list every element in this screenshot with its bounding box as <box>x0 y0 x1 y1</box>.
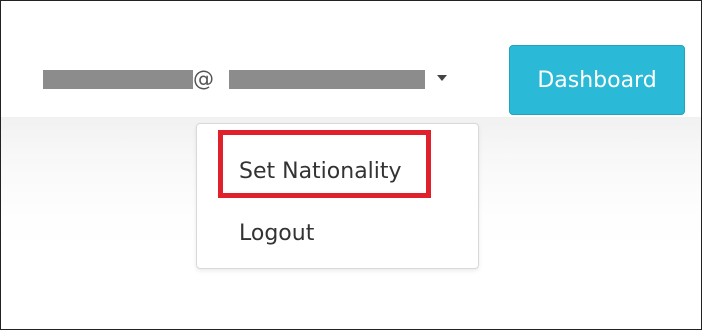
menu-item-label: Set Nationality <box>239 159 402 184</box>
user-menu-toggle[interactable]: @ <box>43 63 463 93</box>
redacted-username <box>43 70 193 89</box>
navbar: @ Dashboard <box>1 1 701 117</box>
at-symbol: @ <box>193 67 214 91</box>
user-dropdown-menu: Set Nationality Logout <box>196 123 479 269</box>
menu-item-logout[interactable]: Logout <box>197 214 478 254</box>
caret-down-icon[interactable] <box>437 75 447 81</box>
menu-item-label: Logout <box>239 221 315 246</box>
menu-item-set-nationality[interactable]: Set Nationality <box>197 152 478 192</box>
dashboard-button[interactable]: Dashboard <box>509 45 685 115</box>
screenshot-frame: @ Dashboard Set Nationality Logout <box>0 0 702 330</box>
redacted-domain <box>229 70 425 89</box>
